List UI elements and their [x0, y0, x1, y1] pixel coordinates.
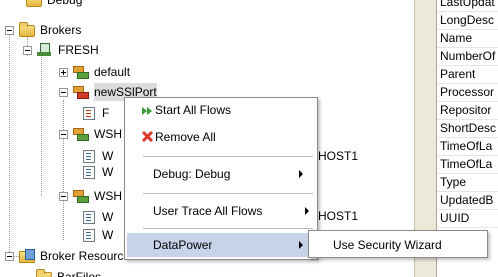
folder-icon	[26, 0, 42, 7]
tree-item-label: Broker Resources	[40, 249, 137, 263]
folder-icon	[36, 269, 52, 277]
remove-icon	[142, 131, 153, 142]
menu-item-debug[interactable]: Debug: Debug	[127, 162, 315, 186]
property-name[interactable]: Parent	[440, 66, 475, 82]
tree-item-wsh-2[interactable]: WSH	[59, 187, 122, 205]
property-name[interactable]: Repositor	[440, 102, 491, 118]
tree-item-flow[interactable]: F	[81, 104, 109, 122]
tree-item-flow[interactable]: W	[81, 226, 113, 244]
menu-item-use-security-wizard[interactable]: Use Security Wizard	[311, 233, 485, 257]
property-name[interactable]: LastUpdat	[440, 0, 495, 10]
property-name[interactable]: NumberOf	[440, 48, 495, 64]
property-name[interactable]: TimeOfLa	[440, 156, 492, 172]
tree-item-label: W	[102, 210, 114, 224]
tree-item-label: Debug	[47, 0, 83, 7]
tree-item-flow[interactable]: W	[81, 208, 113, 226]
tree-item-debug[interactable]: Debug	[26, 0, 82, 9]
menu-item-label: Start All Flows	[155, 103, 232, 117]
host-label: HOST1	[318, 209, 359, 223]
context-menu: Start All Flows Remove All Debug: Debug …	[124, 97, 318, 260]
tree-item-default[interactable]: default	[59, 63, 130, 81]
tree-connector	[9, 28, 10, 256]
submenu-arrow-icon	[299, 170, 303, 178]
broker-resources-icon	[19, 249, 35, 263]
menu-item-start-all-flows[interactable]: Start All Flows	[127, 98, 315, 122]
tree-item-label: W	[102, 228, 114, 242]
collapse-icon[interactable]	[59, 129, 68, 139]
execution-group-icon	[73, 189, 89, 203]
menu-separator	[143, 156, 313, 157]
tree-item-flow[interactable]: W	[81, 163, 113, 181]
tree-connector	[63, 100, 64, 240]
execution-group-icon	[73, 127, 89, 141]
folder-open-icon	[19, 22, 35, 37]
tree-item-label: WSH	[94, 189, 122, 203]
menu-item-label: Use Security Wizard	[333, 238, 442, 252]
collapse-icon[interactable]	[5, 251, 14, 261]
property-name[interactable]: Processor	[440, 84, 494, 100]
tree-item-label: W	[102, 165, 114, 179]
tree-connector	[41, 56, 42, 196]
property-name[interactable]: UpdatedB	[440, 192, 493, 208]
menu-item-datapower[interactable]: DataPower	[127, 233, 315, 257]
menu-item-label: User Trace All Flows	[153, 204, 263, 218]
menu-item-label: Debug: Debug	[153, 167, 231, 181]
submenu-arrow-icon	[299, 241, 303, 249]
property-name[interactable]: UUID	[440, 210, 469, 226]
message-flow-icon	[81, 210, 97, 224]
tree-item-label: default	[94, 65, 131, 79]
execution-group-icon	[73, 65, 89, 79]
tree-item-label: BarFiles	[57, 270, 102, 277]
tree-item-label: Brokers	[40, 23, 82, 37]
menu-item-label: DataPower	[153, 238, 213, 252]
property-name[interactable]: Type	[440, 174, 466, 190]
message-set-icon	[81, 165, 97, 179]
collapse-icon[interactable]	[5, 25, 14, 35]
property-name[interactable]: Name	[440, 30, 472, 46]
tree-item-label: WSH	[94, 127, 122, 141]
tree-item-barfiles[interactable]: BarFiles	[36, 268, 101, 277]
tree-item-fresh[interactable]: FRESH	[23, 41, 99, 59]
collapse-icon[interactable]	[23, 45, 32, 55]
property-name[interactable]: ShortDesc	[440, 120, 496, 136]
collapse-icon[interactable]	[59, 191, 68, 201]
menu-separator	[143, 193, 313, 194]
collapse-icon[interactable]	[59, 87, 68, 97]
message-flow-icon	[81, 149, 97, 163]
property-name[interactable]: LongDesc	[440, 12, 494, 28]
submenu-arrow-icon	[305, 207, 309, 215]
menu-item-user-trace[interactable]: User Trace All Flows	[127, 199, 315, 223]
tree-item-label: FRESH	[58, 43, 99, 57]
row-divider	[437, 227, 498, 228]
tree-item-broker-resources[interactable]: Broker Resources	[5, 247, 136, 265]
expand-icon[interactable]	[59, 67, 68, 77]
tree-item-label: F	[102, 106, 110, 120]
menu-item-remove-all[interactable]: Remove All	[127, 125, 315, 149]
property-name[interactable]: TimeOfLa	[440, 138, 492, 154]
message-flow-stopped-icon	[81, 106, 97, 120]
execution-group-error-icon	[73, 85, 89, 99]
message-set-icon	[81, 228, 97, 242]
host-label: HOST1	[318, 149, 359, 163]
start-flows-icon	[142, 106, 152, 115]
menu-item-label: Remove All	[155, 130, 216, 144]
datapower-submenu: Use Security Wizard	[308, 230, 488, 258]
broker-icon	[37, 43, 53, 57]
tree-item-wsh-1[interactable]: WSH	[59, 125, 122, 143]
menu-separator	[143, 228, 313, 229]
tree-item-brokers[interactable]: Brokers	[5, 21, 81, 39]
